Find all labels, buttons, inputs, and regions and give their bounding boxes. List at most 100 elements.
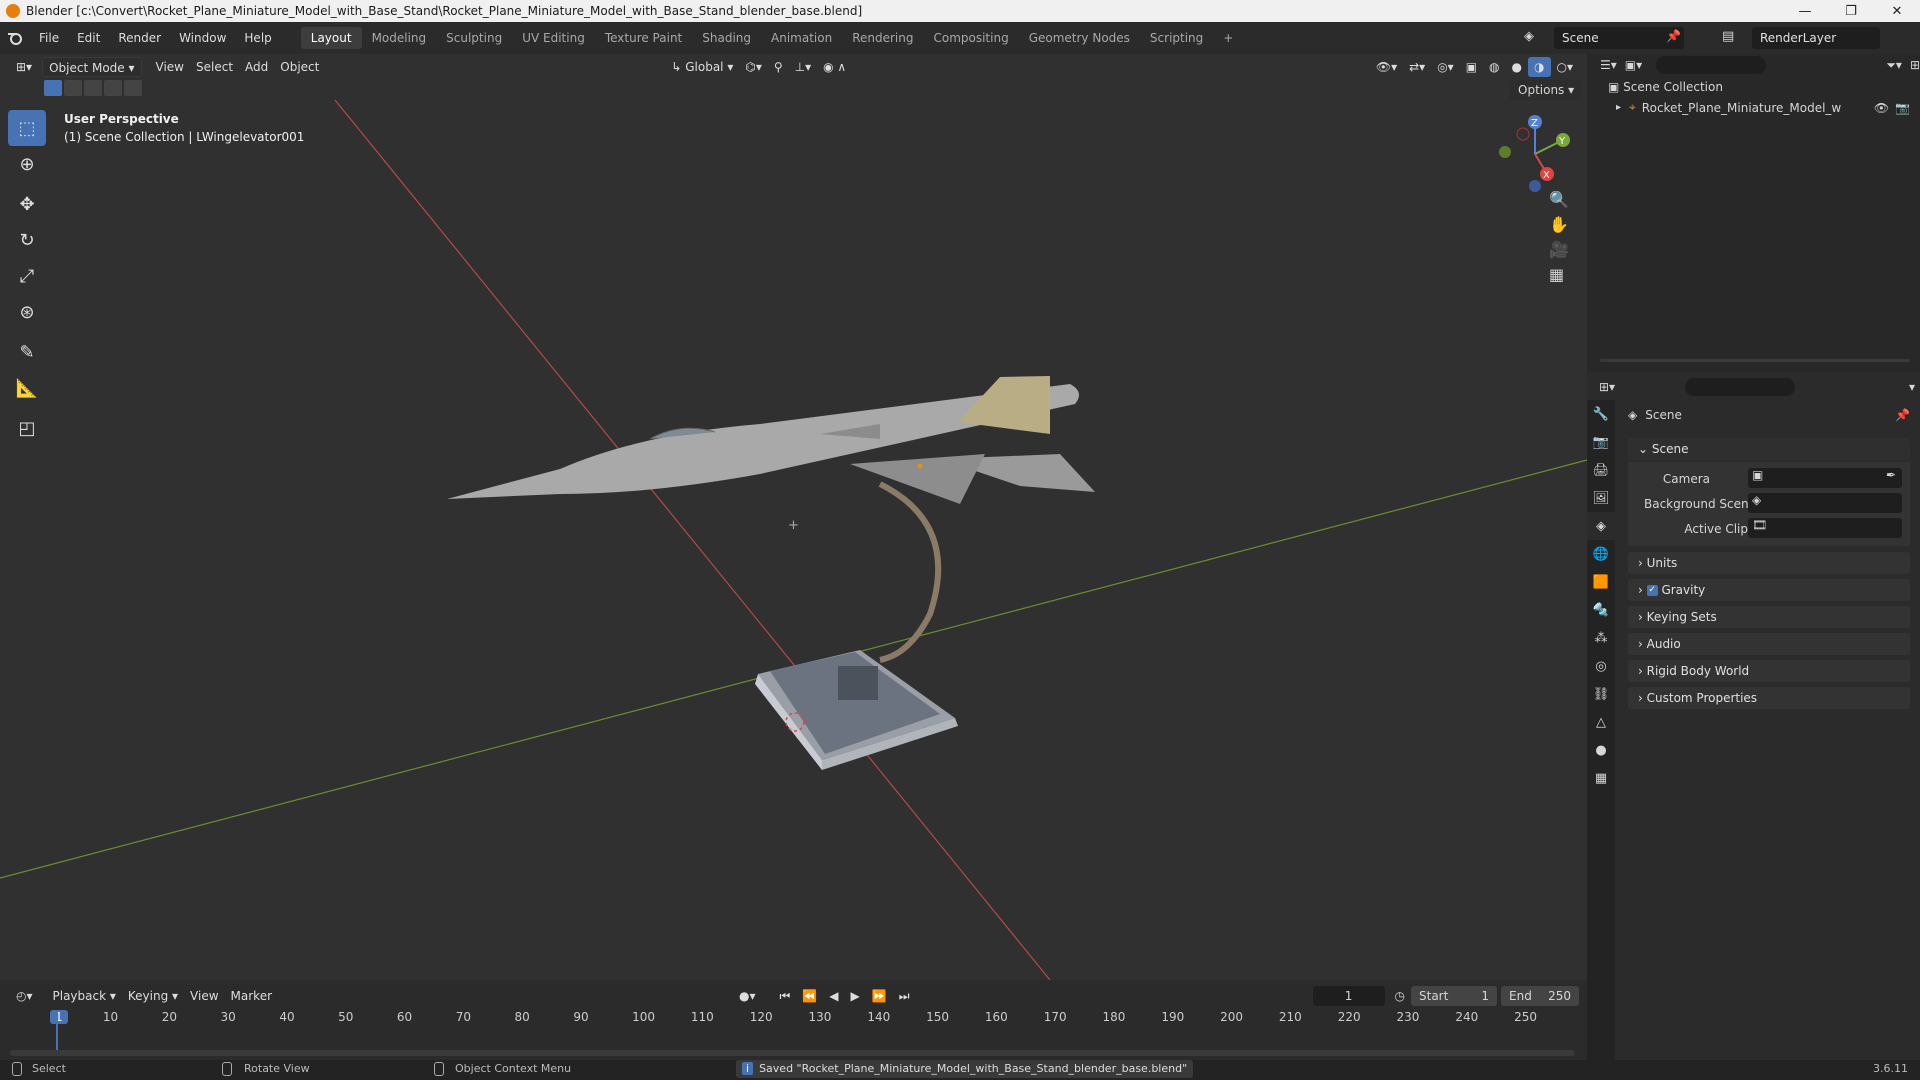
- outliner-item-object[interactable]: ▸ ⌖ Rocket_Plane_Miniature_Model_with_Ba…: [1616, 100, 1916, 115]
- solid-shading-icon[interactable]: ●: [1506, 57, 1528, 77]
- scene-selector-icon[interactable]: ◈: [1524, 29, 1534, 44]
- select-box-tool-icon[interactable]: ⬚: [8, 110, 46, 146]
- menu-window[interactable]: Window: [170, 27, 235, 49]
- tab-animation[interactable]: Animation: [761, 27, 842, 49]
- properties-editor-icon[interactable]: ⊞▾: [1599, 380, 1615, 394]
- select-invert-icon[interactable]: [104, 80, 122, 96]
- menu-file[interactable]: File: [30, 27, 68, 49]
- blender-menu-icon[interactable]: [0, 31, 30, 45]
- add-workspace-icon[interactable]: +: [1213, 27, 1243, 49]
- menu-add[interactable]: Add: [239, 57, 274, 77]
- 3d-viewport[interactable]: + ⊞▾ Object Mode ▾ View Select Add Objec…: [0, 54, 1587, 980]
- select-intersect-icon[interactable]: [124, 80, 142, 96]
- tab-texture-paint[interactable]: Texture Paint: [595, 27, 692, 49]
- tab-sculpting[interactable]: Sculpting: [436, 27, 512, 49]
- outliner-root[interactable]: ▣ Scene Collection: [1608, 80, 1723, 94]
- material-tab-icon[interactable]: ●: [1587, 736, 1615, 764]
- next-keyframe-icon[interactable]: ⏩: [866, 986, 893, 1006]
- tab-scripting[interactable]: Scripting: [1140, 27, 1213, 49]
- rendered-shading-icon[interactable]: ○▾: [1551, 57, 1580, 77]
- annotate-tool-icon[interactable]: ✎: [8, 334, 46, 370]
- render-layer-icon[interactable]: ▤: [1722, 29, 1734, 44]
- options-button[interactable]: Options ▾: [1510, 80, 1583, 100]
- menu-render[interactable]: Render: [109, 27, 170, 49]
- preview-range-icon[interactable]: ◷: [1395, 989, 1405, 1003]
- cursor-tool-icon[interactable]: ⊕: [8, 146, 46, 182]
- outliner-search-input[interactable]: [1656, 56, 1767, 74]
- play-reverse-icon[interactable]: ◀: [823, 986, 844, 1006]
- editor-type-icon[interactable]: ⊞▾: [10, 57, 38, 77]
- tab-uv-editing[interactable]: UV Editing: [512, 27, 595, 49]
- material-shading-icon[interactable]: ◑: [1528, 57, 1551, 77]
- play-icon[interactable]: ▶: [845, 986, 866, 1006]
- expand-arrow-icon[interactable]: ▸: [1616, 102, 1621, 113]
- pin-icon[interactable]: 📌: [1666, 29, 1681, 43]
- playhead[interactable]: [56, 1010, 58, 1054]
- maximize-icon[interactable]: ❐: [1828, 0, 1874, 22]
- custom-properties-panel[interactable]: › Custom Properties: [1628, 687, 1910, 709]
- wireframe-shading-icon[interactable]: ◍: [1483, 57, 1505, 77]
- outliner-editor-icon[interactable]: ☰▾: [1600, 58, 1617, 72]
- eyedropper-icon[interactable]: ✒: [1886, 468, 1896, 482]
- scene-name-field[interactable]: Scene: [1554, 27, 1684, 49]
- view-layer-tab-icon[interactable]: 🖼: [1587, 484, 1615, 512]
- zoom-icon[interactable]: 🔍: [1549, 190, 1569, 209]
- timeline-scrollbar[interactable]: [10, 1050, 1575, 1056]
- modifier-tab-icon[interactable]: 🔩: [1587, 596, 1615, 624]
- menu-help[interactable]: Help: [235, 27, 280, 49]
- tab-layout[interactable]: Layout: [300, 27, 362, 49]
- data-tab-icon[interactable]: △: [1587, 708, 1615, 736]
- texture-tab-icon[interactable]: ▦: [1587, 764, 1615, 792]
- tab-modeling[interactable]: Modeling: [362, 27, 437, 49]
- audio-panel[interactable]: › Audio: [1628, 633, 1910, 655]
- timeline-editor-icon[interactable]: ◴▾: [10, 986, 39, 1006]
- current-frame-field[interactable]: 1: [1312, 986, 1385, 1006]
- xray-icon[interactable]: ▣: [1460, 57, 1483, 77]
- ortho-grid-icon[interactable]: ▦: [1549, 265, 1569, 284]
- record-icon[interactable]: ●▾: [733, 986, 762, 1006]
- constraints-tab-icon[interactable]: ⛓: [1587, 680, 1615, 708]
- properties-search-input[interactable]: [1685, 378, 1796, 396]
- rotate-tool-icon[interactable]: ↻: [8, 222, 46, 258]
- tab-geometry-nodes[interactable]: Geometry Nodes: [1019, 27, 1140, 49]
- end-frame-field[interactable]: End 250: [1501, 986, 1579, 1006]
- properties-options-icon[interactable]: ▾: [1909, 380, 1915, 394]
- new-collection-icon[interactable]: ⊞: [1910, 58, 1920, 72]
- start-frame-field[interactable]: Start 1: [1411, 986, 1497, 1006]
- marker-menu[interactable]: Marker: [225, 986, 278, 1006]
- pivot-icon[interactable]: ⌬▾: [739, 57, 768, 77]
- menu-view[interactable]: View: [150, 57, 190, 77]
- tab-compositing[interactable]: Compositing: [923, 27, 1018, 49]
- camera-render-icon[interactable]: 📷: [1895, 101, 1910, 115]
- tab-rendering[interactable]: Rendering: [842, 27, 923, 49]
- mode-dropdown[interactable]: Object Mode ▾: [42, 57, 142, 77]
- keying-menu[interactable]: Keying ▾: [122, 986, 184, 1006]
- add-cube-tool-icon[interactable]: ◰: [8, 410, 46, 446]
- units-panel[interactable]: › Units: [1628, 552, 1910, 574]
- pin-context-icon[interactable]: 📌: [1895, 408, 1910, 422]
- scene-panel-header[interactable]: ⌄ Scene: [1628, 438, 1910, 460]
- playback-menu[interactable]: Playback ▾: [47, 986, 122, 1006]
- eye-icon[interactable]: 👁: [1874, 101, 1889, 115]
- prev-keyframe-icon[interactable]: ⏪: [796, 986, 823, 1006]
- navigation-gizmo[interactable]: Z Y X: [1495, 114, 1575, 194]
- display-mode-icon[interactable]: ▣▾: [1625, 58, 1642, 72]
- timeline-view-menu[interactable]: View: [184, 986, 224, 1006]
- active-clip-field[interactable]: 🎞: [1748, 518, 1902, 538]
- select-new-icon[interactable]: [44, 80, 62, 96]
- outliner-scrollbar[interactable]: [1600, 359, 1910, 362]
- move-tool-icon[interactable]: ✥: [8, 186, 46, 222]
- physics-tab-icon[interactable]: ◎: [1587, 652, 1615, 680]
- select-extend-icon[interactable]: [64, 80, 82, 96]
- gravity-checkbox[interactable]: ✓: [1646, 585, 1658, 596]
- tab-shading[interactable]: Shading: [692, 27, 761, 49]
- snap-target-icon[interactable]: ⊥▾: [789, 57, 817, 77]
- tool-tab-icon[interactable]: 🔧: [1587, 400, 1615, 428]
- jump-start-icon[interactable]: ⏮: [774, 986, 797, 1006]
- gravity-panel[interactable]: › ✓ Gravity: [1628, 579, 1910, 601]
- render-layer-field[interactable]: RenderLayer: [1752, 27, 1880, 49]
- output-tab-icon[interactable]: 🖨: [1587, 456, 1615, 484]
- pan-hand-icon[interactable]: ✋: [1549, 215, 1569, 234]
- select-subtract-icon[interactable]: [84, 80, 102, 96]
- rigid-body-world-panel[interactable]: › Rigid Body World: [1628, 660, 1910, 682]
